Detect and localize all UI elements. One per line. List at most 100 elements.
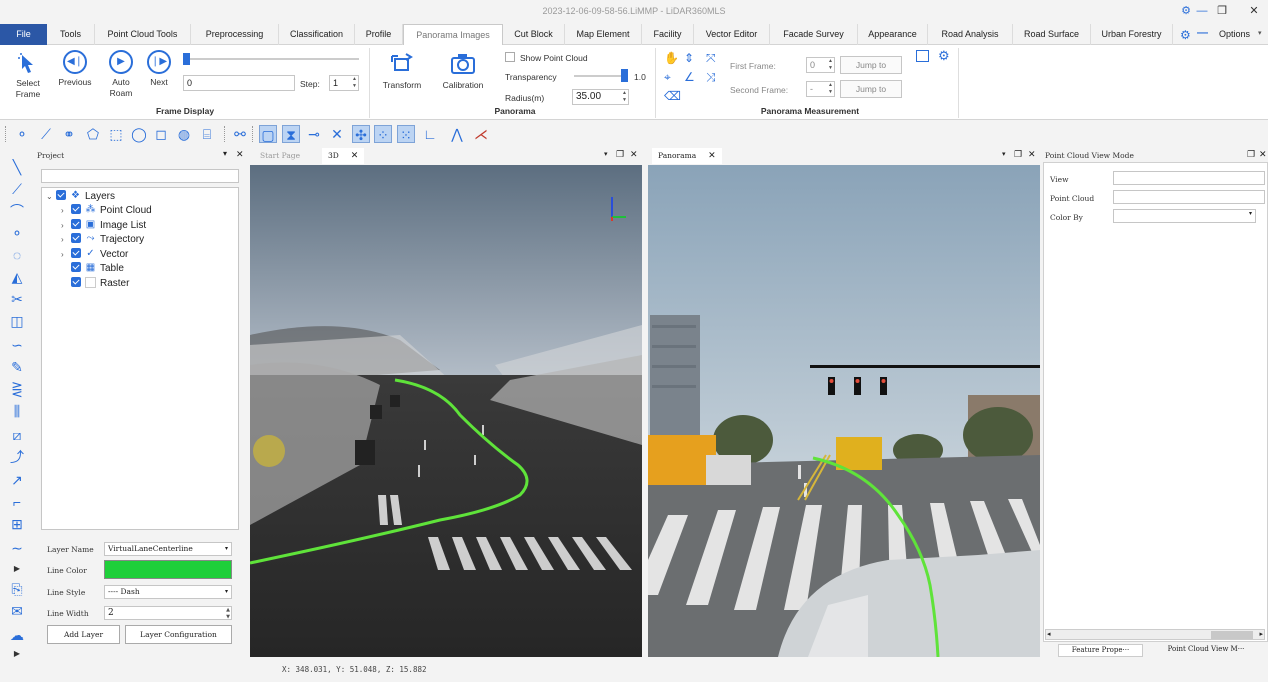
path-icon[interactable]: ⤴	[7, 447, 27, 467]
columns-icon[interactable]: ⫼	[7, 401, 27, 421]
tab-panorama[interactable]: Panorama ✕	[652, 148, 722, 164]
tab-classification[interactable]: Classification	[279, 24, 355, 45]
show-point-cloud-checkbox[interactable]	[505, 52, 515, 62]
split-line-icon[interactable]: ⋀	[448, 125, 466, 143]
layer-configuration-button[interactable]: Layer Configuration	[125, 625, 232, 644]
color-by-select[interactable]: ▾	[1113, 209, 1256, 223]
curve-icon[interactable]: ∽	[7, 335, 27, 355]
square-icon[interactable]: ◻	[152, 125, 170, 143]
layer-checkbox[interactable]	[71, 204, 81, 215]
jump-to-second-button[interactable]: Jump to	[840, 80, 902, 98]
layer-search-input[interactable]	[41, 169, 239, 183]
line-node-icon[interactable]: ⊸	[305, 125, 323, 143]
layout-icon[interactable]: ⊞	[7, 514, 27, 534]
node-edit-icon[interactable]: ⚬	[13, 125, 31, 143]
step-input[interactable]: 1 ▲ ▼	[329, 75, 359, 91]
tab-facade-survey[interactable]: Facade Survey	[770, 24, 858, 45]
line-width-input[interactable]: 2 ▲ ▼	[104, 606, 232, 620]
help-icon[interactable]: ⚙	[1180, 28, 1191, 42]
tab-start-page[interactable]: Start Page	[254, 148, 306, 164]
tree-row-raster[interactable]: Raster	[71, 276, 129, 291]
pin-icon[interactable]: ▾	[223, 149, 227, 158]
layer-checkbox[interactable]	[71, 248, 81, 259]
tab-road-analysis[interactable]: Road Analysis	[928, 24, 1013, 45]
crop-icon[interactable]: ⧄	[7, 425, 27, 445]
tab-appearance[interactable]: Appearance	[858, 24, 928, 45]
second-frame-input[interactable]: - ▲ ▼	[806, 81, 835, 97]
frame-input[interactable]: 0	[183, 75, 295, 91]
corner-icon[interactable]: ⌐	[7, 492, 27, 512]
window-icon[interactable]	[916, 50, 929, 62]
line-style-select[interactable]: ---- Dash ▾	[104, 585, 232, 599]
close-icon[interactable]: ✕	[1246, 3, 1262, 19]
tab-urban-forestry[interactable]: Urban Forestry	[1091, 24, 1173, 45]
tab-panorama-images[interactable]: Panorama Images	[403, 24, 503, 45]
expand-arrow-icon[interactable]: ›	[61, 233, 71, 247]
draw-polyline-icon[interactable]: ⟋	[7, 179, 27, 199]
expand-arrow-icon[interactable]: ›	[61, 204, 71, 218]
jump-to-first-button[interactable]: Jump to	[840, 56, 902, 74]
close-project-icon[interactable]: ✕	[236, 149, 244, 160]
expand-tools-icon[interactable]: ▶	[7, 559, 27, 579]
cylinder-icon[interactable]: ⌸	[198, 125, 216, 143]
tab-map-element[interactable]: Map Element	[565, 24, 642, 45]
sphere-icon[interactable]: ◍	[175, 125, 193, 143]
draw-arc-icon[interactable]: ⌒	[7, 201, 27, 221]
expand-arrow-icon[interactable]: ›	[61, 219, 71, 233]
lasso-icon[interactable]: ◌	[7, 245, 27, 265]
chevron-down-icon[interactable]: ▾	[1249, 210, 1252, 217]
expand-arrow-icon[interactable]: ⌄	[46, 190, 56, 204]
cut-icon[interactable]: ✂	[7, 289, 27, 309]
collapse-ribbon-icon[interactable]: —	[1194, 3, 1210, 19]
radius-spin-icon[interactable]: ▲ ▼	[622, 90, 627, 104]
scroll-right-icon[interactable]: ▸	[1259, 630, 1263, 638]
tab-3d[interactable]: 3D ✕	[322, 148, 365, 164]
graph-icon[interactable]: ⚯	[231, 125, 249, 143]
layer-checkbox[interactable]	[71, 262, 81, 273]
line-width-spin-icon[interactable]: ▲ ▼	[226, 607, 230, 621]
height-measure-icon[interactable]: ⇕	[684, 51, 694, 65]
tab-feature-properties[interactable]: Feature Prope···	[1058, 644, 1143, 657]
first-frame-spin-icon[interactable]: ▲ ▼	[828, 58, 833, 72]
mirror-icon[interactable]: ◭	[7, 267, 27, 287]
maximize-icon[interactable]: ❐	[1214, 3, 1230, 19]
tab-cut-block[interactable]: Cut Block	[503, 24, 565, 45]
polyline-icon[interactable]: ⟋	[37, 125, 55, 143]
transform-button[interactable]: Transform	[378, 51, 426, 91]
circle-icon[interactable]: ◯	[130, 125, 148, 143]
tree-row-trajectory[interactable]: › ⤳ Trajectory	[61, 233, 144, 247]
measure-settings-icon[interactable]: ⚙	[938, 48, 950, 64]
expand-icon[interactable]: ⤧	[706, 51, 716, 66]
tree-row-point-cloud[interactable]: › ⁂ Point Cloud	[61, 204, 152, 218]
layer-name-select[interactable]: VirtualLaneCenterline ▾	[104, 542, 232, 556]
radius-input[interactable]: 35.00 ▲ ▼	[572, 89, 629, 105]
transparency-slider-track[interactable]	[574, 75, 626, 77]
hourglass-icon[interactable]: ⧗	[282, 125, 300, 143]
settings-icon[interactable]: ⚙	[1178, 3, 1194, 19]
tree-row-table[interactable]: ▦ Table	[71, 262, 124, 276]
view-input[interactable]	[1113, 171, 1265, 185]
float-panel-icon[interactable]: ❐	[1247, 149, 1255, 160]
scrollbar-thumb[interactable]	[1211, 631, 1253, 639]
snap-vertex-icon[interactable]: ⁘	[374, 125, 392, 143]
chevron-down-icon[interactable]: ▾	[225, 543, 228, 555]
point-cloud-render[interactable]	[250, 165, 642, 657]
eraser-icon[interactable]: ⌫	[664, 89, 681, 103]
polygon-icon[interactable]: ⬠	[84, 125, 102, 143]
panorama-menu-icon[interactable]: ▾	[1002, 150, 1006, 158]
minimize-ribbon-icon[interactable]: —	[1197, 27, 1208, 39]
auto-roam-button[interactable]: ▶ Auto Roam	[101, 50, 141, 99]
cross-icon[interactable]: ✕	[328, 125, 346, 143]
second-frame-spin-icon[interactable]: ▲ ▼	[828, 82, 833, 96]
wave-icon[interactable]: ∼	[7, 538, 27, 558]
tab-profile[interactable]: Profile	[355, 24, 403, 45]
close-3d-icon[interactable]: ✕	[351, 151, 359, 161]
line-color-swatch[interactable]	[104, 560, 232, 579]
mail-icon[interactable]: ✉	[7, 601, 27, 621]
tree-row-layers[interactable]: ⌄ ❖ Layers	[46, 190, 115, 204]
float-panorama-icon[interactable]: ❐	[1014, 150, 1022, 160]
options-chevron-icon[interactable]: ▾	[1258, 29, 1262, 37]
float-view-icon[interactable]: ❐	[616, 150, 624, 160]
tree-row-vector[interactable]: › ✓ Vector	[61, 248, 128, 262]
view-menu-icon[interactable]: ▾	[604, 150, 608, 158]
